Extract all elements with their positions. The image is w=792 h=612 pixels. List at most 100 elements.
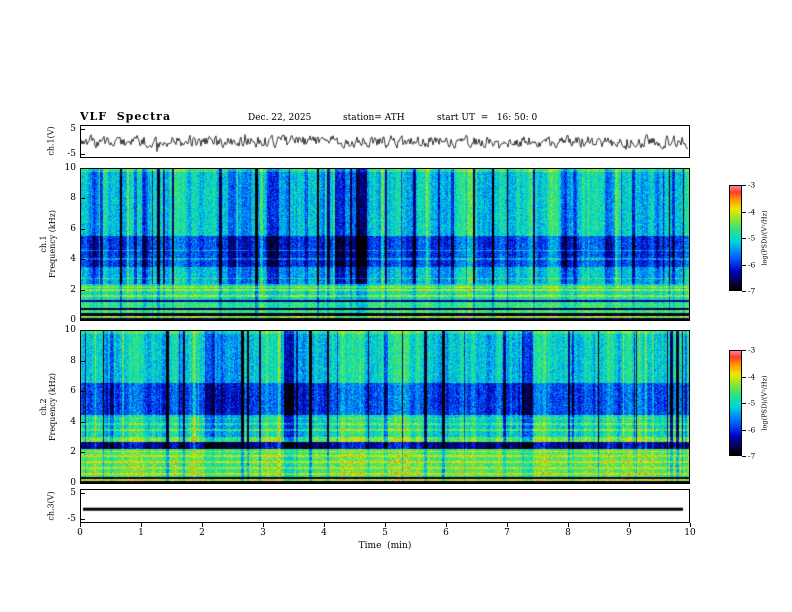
colorbar-tick xyxy=(742,456,746,457)
ch1-spectrogram-panel xyxy=(80,168,690,321)
x-axis-tick xyxy=(141,523,142,527)
x-axis-tick-label: 1 xyxy=(138,528,144,538)
ch2-spectrogram-canvas xyxy=(81,331,689,483)
colorbar-tick xyxy=(742,264,746,266)
colorbar-tick xyxy=(742,350,746,351)
x-axis-tick-label: 3 xyxy=(260,528,266,538)
wave3-y-tick xyxy=(81,519,85,520)
wave3-y-tick xyxy=(81,493,85,494)
vlf-spectra-figure: VLF Spectra Dec. 22, 2025 station= ATH s… xyxy=(0,0,792,612)
ch3-voltage-axis-label: ch.3(V) xyxy=(46,491,56,521)
x-axis-tick-label: 6 xyxy=(443,528,449,538)
colorbar-ch2 xyxy=(729,350,742,456)
spec1-y-tick xyxy=(81,320,85,321)
ch1-frequency-khz-label: Frequency (kHz) xyxy=(48,209,57,279)
x-axis-tick xyxy=(385,523,386,527)
spec2-y-tick-label: 0 xyxy=(70,478,76,488)
ch1-spectrogram-canvas xyxy=(81,169,689,320)
colorbar-tick-label: -5 xyxy=(748,398,756,408)
x-axis-tick xyxy=(202,523,203,527)
ch2-spec-channel-label: ch.2 xyxy=(39,398,48,416)
ch1-voltage-axis-label: ch.1(V) xyxy=(46,126,56,156)
x-axis-tick xyxy=(690,523,691,527)
colorbar-tick xyxy=(742,185,746,186)
spec1-y-tick-label: 10 xyxy=(64,163,76,173)
colorbar-ch2-unit-label: log(PSD)/(V²/Hz) xyxy=(760,375,769,431)
colorbar-tick-label: -6 xyxy=(748,425,756,434)
spec2-y-tick xyxy=(81,421,85,423)
spec1-y-tick-label: 6 xyxy=(70,223,76,234)
wave1-y-tick-label: 5 xyxy=(70,124,76,134)
colorbar-tick-label: -3 xyxy=(748,180,756,190)
figure-title: VLF Spectra xyxy=(80,110,172,123)
x-axis-tick-label: 8 xyxy=(565,528,571,538)
spec1-y-tick xyxy=(81,198,85,200)
ch2-frequency-khz-label: Frequency (kHz) xyxy=(48,372,57,442)
spec1-y-tick-label: 0 xyxy=(70,315,76,325)
colorbar-tick xyxy=(742,238,746,239)
colorbar-tick xyxy=(742,211,746,213)
colorbar-ch1-unit-label: log(PSD)/(V²/Hz) xyxy=(760,210,769,266)
spec1-y-tick xyxy=(81,289,85,291)
wave3-y-tick-label: -5 xyxy=(67,514,76,524)
spec2-y-tick-label: 6 xyxy=(70,386,76,397)
ch1-frequency-axis-label: ch.1 Frequency (kHz) xyxy=(39,210,57,278)
ch3-waveform-panel xyxy=(80,489,690,523)
x-axis-tick xyxy=(568,523,569,527)
colorbar-ch1 xyxy=(729,185,742,291)
spec2-y-tick-label: 8 xyxy=(70,355,76,366)
wave1-y-tick xyxy=(81,129,85,130)
spec2-y-tick xyxy=(81,452,85,454)
colorbar-tick-label: -7 xyxy=(748,286,756,296)
x-axis-tick xyxy=(324,523,325,527)
spec2-y-tick xyxy=(81,391,85,393)
figure-start-ut: start UT = 16: 50: 0 xyxy=(437,113,538,123)
spec2-y-tick-label: 4 xyxy=(70,416,76,427)
colorbar-tick-label: -4 xyxy=(748,207,756,216)
x-axis-tick-label: 10 xyxy=(684,528,696,538)
ch2-spectrogram-panel xyxy=(80,330,690,484)
x-axis-tick xyxy=(263,523,264,527)
spec2-y-tick xyxy=(81,483,85,484)
x-axis-tick xyxy=(507,523,508,527)
x-axis-tick xyxy=(629,523,630,527)
spec2-y-tick xyxy=(81,360,85,362)
spec2-y-tick-label: 10 xyxy=(64,325,76,335)
spec1-y-tick xyxy=(81,228,85,230)
ch2-frequency-axis-label: ch.2 Frequency (kHz) xyxy=(39,373,57,441)
wave1-y-tick xyxy=(81,154,85,155)
colorbar-tick-label: -5 xyxy=(748,233,756,243)
colorbar-tick xyxy=(742,403,746,404)
spec1-y-tick xyxy=(81,168,85,169)
x-axis-tick-label: 9 xyxy=(626,528,632,538)
colorbar-tick xyxy=(742,429,746,431)
colorbar-tick-label: -7 xyxy=(748,451,756,461)
ch1-waveform-canvas xyxy=(81,126,689,157)
wave3-y-tick-label: 5 xyxy=(70,488,76,498)
wave1-y-tick-label: -5 xyxy=(67,149,76,159)
spec1-y-tick xyxy=(81,259,85,261)
x-axis-tick-label: 7 xyxy=(504,528,510,538)
spec1-y-tick-label: 8 xyxy=(70,193,76,204)
spec2-y-tick-label: 2 xyxy=(70,447,76,458)
x-axis-tick-label: 0 xyxy=(77,528,83,538)
x-axis-tick-label: 2 xyxy=(199,528,205,538)
colorbar-tick-label: -4 xyxy=(748,372,756,381)
colorbar-tick-label: -6 xyxy=(748,260,756,269)
colorbar-tick-label: -3 xyxy=(748,345,756,355)
spec1-y-tick-label: 4 xyxy=(70,254,76,265)
ch1-waveform-panel xyxy=(80,125,690,158)
figure-station: station= ATH xyxy=(343,113,405,123)
spec1-y-tick-label: 2 xyxy=(70,284,76,295)
ch1-spec-channel-label: ch.1 xyxy=(39,235,48,253)
figure-date: Dec. 22, 2025 xyxy=(248,113,312,123)
x-axis-tick xyxy=(446,523,447,527)
x-axis-tick-label: 4 xyxy=(321,528,327,538)
spec2-y-tick xyxy=(81,330,85,331)
colorbar-tick xyxy=(742,291,746,292)
ch3-waveform-canvas xyxy=(81,490,689,522)
x-axis-tick-label: 5 xyxy=(382,528,388,538)
x-axis-tick xyxy=(80,523,81,527)
time-axis-label: Time (min) xyxy=(358,541,412,551)
colorbar-tick xyxy=(742,376,746,378)
